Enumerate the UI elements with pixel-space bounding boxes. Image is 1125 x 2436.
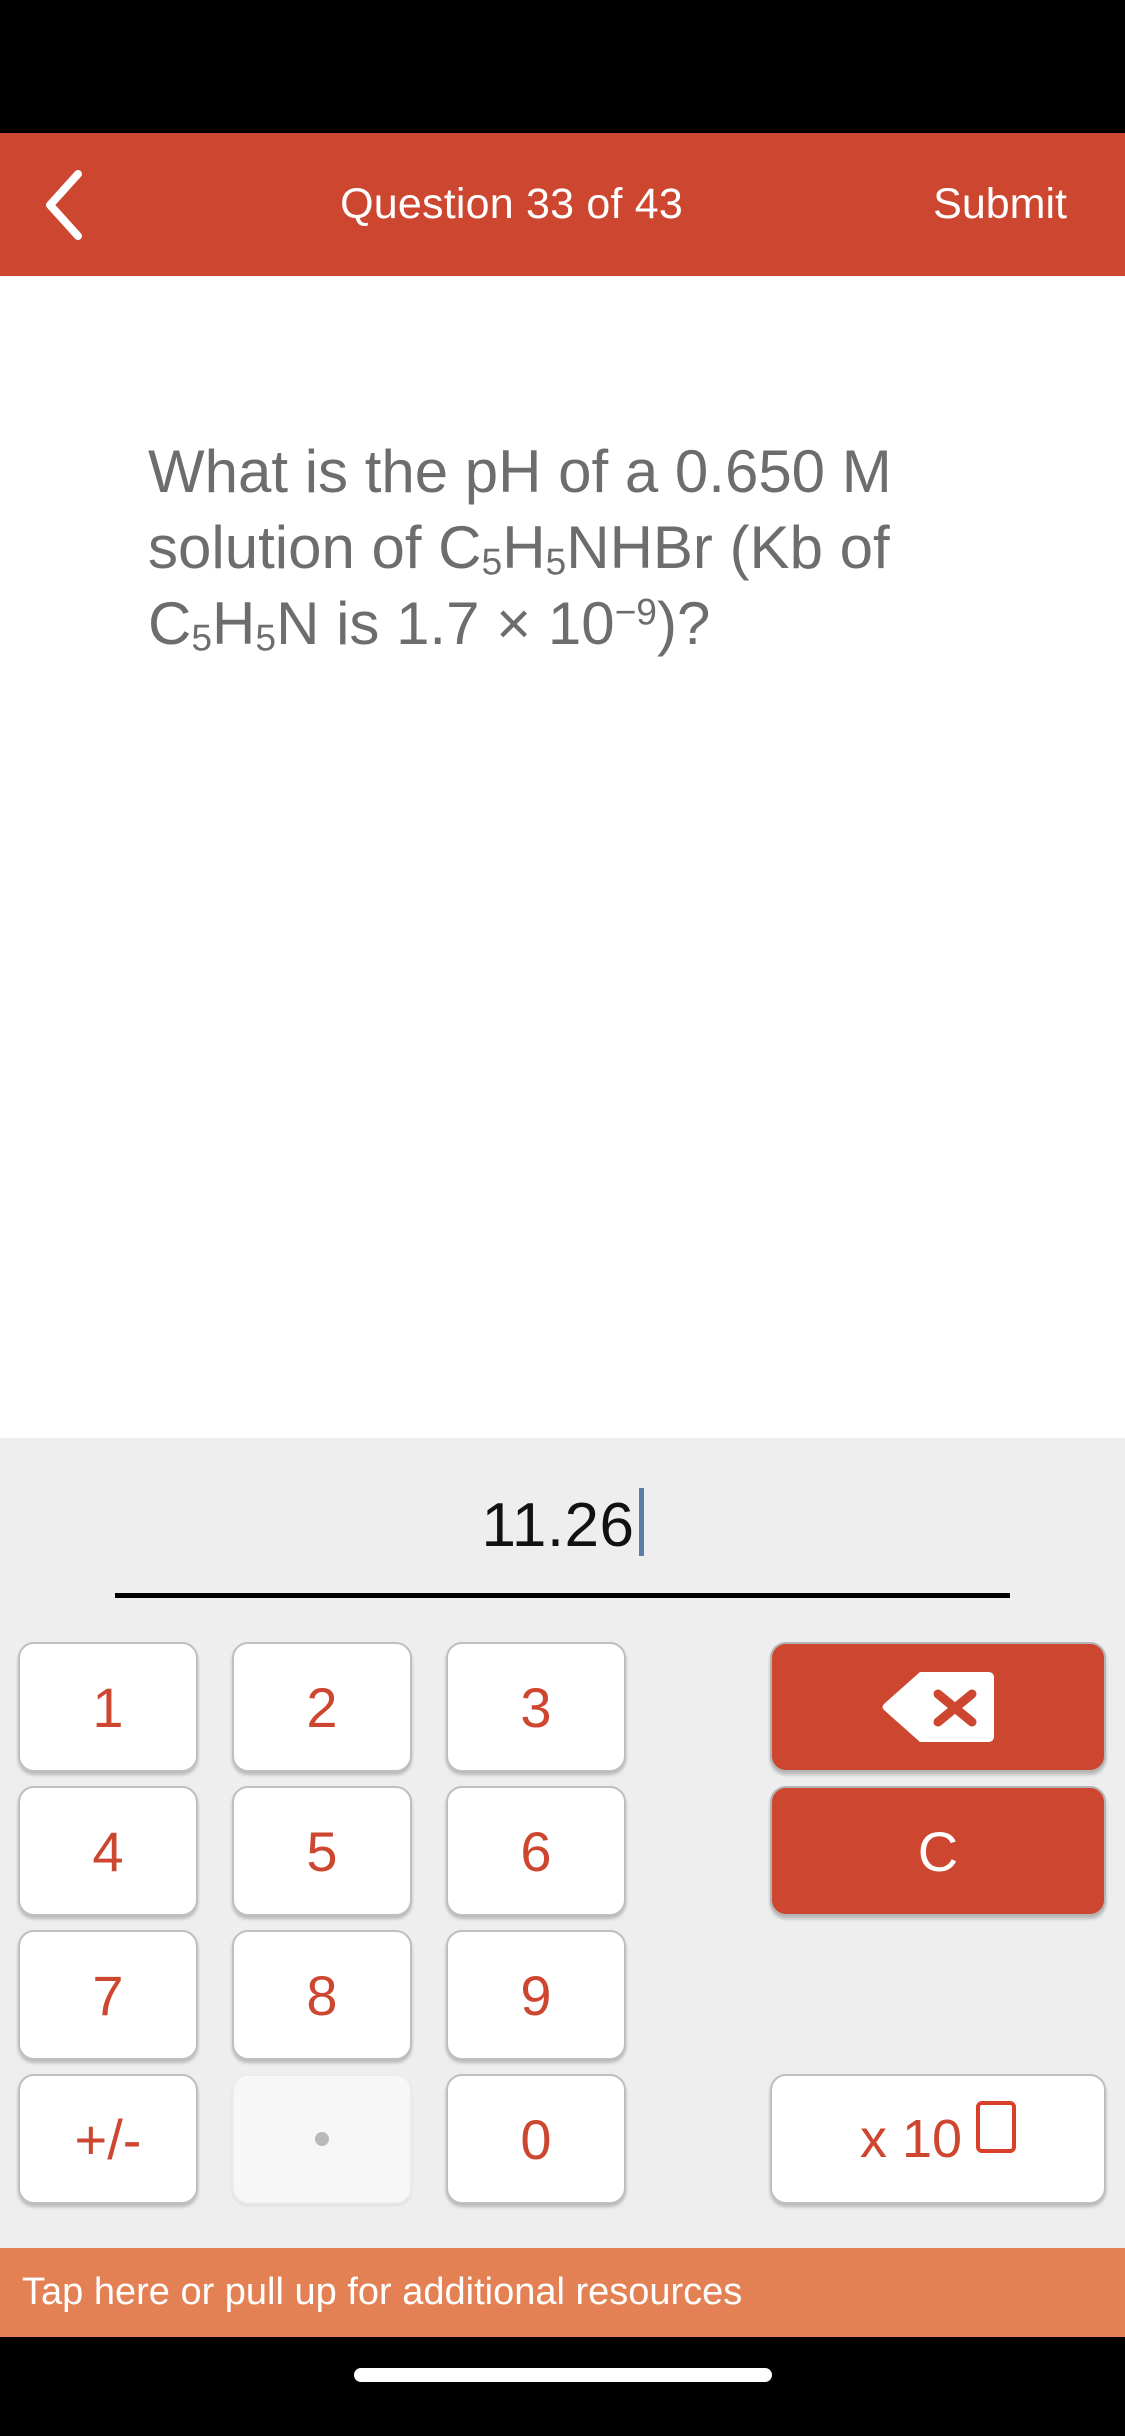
exponent-label: x 10 (859, 2109, 963, 2169)
chevron-left-icon (46, 169, 82, 240)
clear-button[interactable]: C (770, 1786, 1106, 1916)
question-part-5: N is 1.7 × 10 (276, 590, 615, 658)
status-bar (0, 0, 1125, 133)
home-indicator-area (0, 2337, 1125, 2436)
answer-field-wrap[interactable]: 11.26 (0, 1438, 1125, 1630)
key-6[interactable]: 6 (446, 1786, 626, 1916)
key-3-label: 3 (520, 1675, 552, 1739)
backspace-button[interactable] (770, 1642, 1106, 1772)
answer-input[interactable]: 11.26 (481, 1490, 634, 1561)
resources-banner[interactable]: Tap here or pull up for additional resou… (0, 2248, 1125, 2337)
answer-underline (115, 1593, 1010, 1598)
key-8-label: 8 (306, 1963, 338, 2027)
clear-label: C (917, 1819, 959, 1883)
submit-button[interactable]: Submit (933, 180, 1125, 229)
exponent-button[interactable]: x 10 (770, 2074, 1106, 2204)
exponent-label-wrap: x 10 (859, 2101, 1017, 2170)
key-4[interactable]: 4 (18, 1786, 198, 1916)
key-2-label: 2 (306, 1675, 338, 1739)
question-part-2: H (502, 514, 546, 582)
question-sub-1: 5 (481, 540, 503, 583)
app-header: Question 33 of 43 Submit (0, 133, 1125, 276)
question-sub-4: 5 (255, 617, 277, 660)
key-3[interactable]: 3 (446, 1642, 626, 1772)
key-4-label: 4 (92, 1819, 124, 1883)
app-screen: Question 33 of 43 Submit What is the pH … (0, 0, 1125, 2436)
keypad-panel: 11.26 1 2 3 4 5 6 7 8 9 +/- 0 C x 10 (0, 1438, 1125, 2248)
key-7-label: 7 (92, 1963, 124, 2027)
keypad-keys: 1 2 3 4 5 6 7 8 9 +/- 0 C x 10 (0, 1630, 1125, 2248)
question-part-4: H (212, 590, 256, 658)
key-7[interactable]: 7 (18, 1930, 198, 2060)
question-sub-2: 5 (545, 540, 567, 583)
key-1[interactable]: 1 (18, 1642, 198, 1772)
key-0[interactable]: 0 (446, 2074, 626, 2204)
decimal-point-icon (315, 2132, 329, 2146)
question-sup-1: −9 (614, 591, 657, 634)
page-title: Question 33 of 43 (340, 180, 684, 228)
answer-row: 11.26 (0, 1478, 1125, 1561)
key-6-label: 6 (520, 1819, 552, 1883)
question-sub-3: 5 (191, 617, 213, 660)
key-sign[interactable]: +/- (18, 2074, 198, 2204)
key-0-label: 0 (520, 2107, 552, 2171)
question-text: What is the pH of a 0.650 M solution of … (148, 434, 988, 663)
resources-banner-label: Tap here or pull up for additional resou… (22, 2271, 743, 2313)
backspace-icon (882, 1672, 994, 1742)
key-9-label: 9 (520, 1963, 552, 2027)
key-9[interactable]: 9 (446, 1930, 626, 2060)
key-5[interactable]: 5 (232, 1786, 412, 1916)
key-2[interactable]: 2 (232, 1642, 412, 1772)
exponent-placeholder-box (976, 2101, 1017, 2153)
question-part-6: )? (657, 590, 711, 658)
key-8[interactable]: 8 (232, 1930, 412, 2060)
key-1-label: 1 (92, 1675, 124, 1739)
key-sign-label: +/- (74, 2107, 142, 2171)
home-indicator[interactable] (353, 2368, 772, 2382)
question-area: What is the pH of a 0.650 M solution of … (0, 276, 1125, 1438)
key-decimal[interactable] (232, 2074, 412, 2204)
text-caret (638, 1488, 644, 1556)
key-5-label: 5 (306, 1819, 338, 1883)
